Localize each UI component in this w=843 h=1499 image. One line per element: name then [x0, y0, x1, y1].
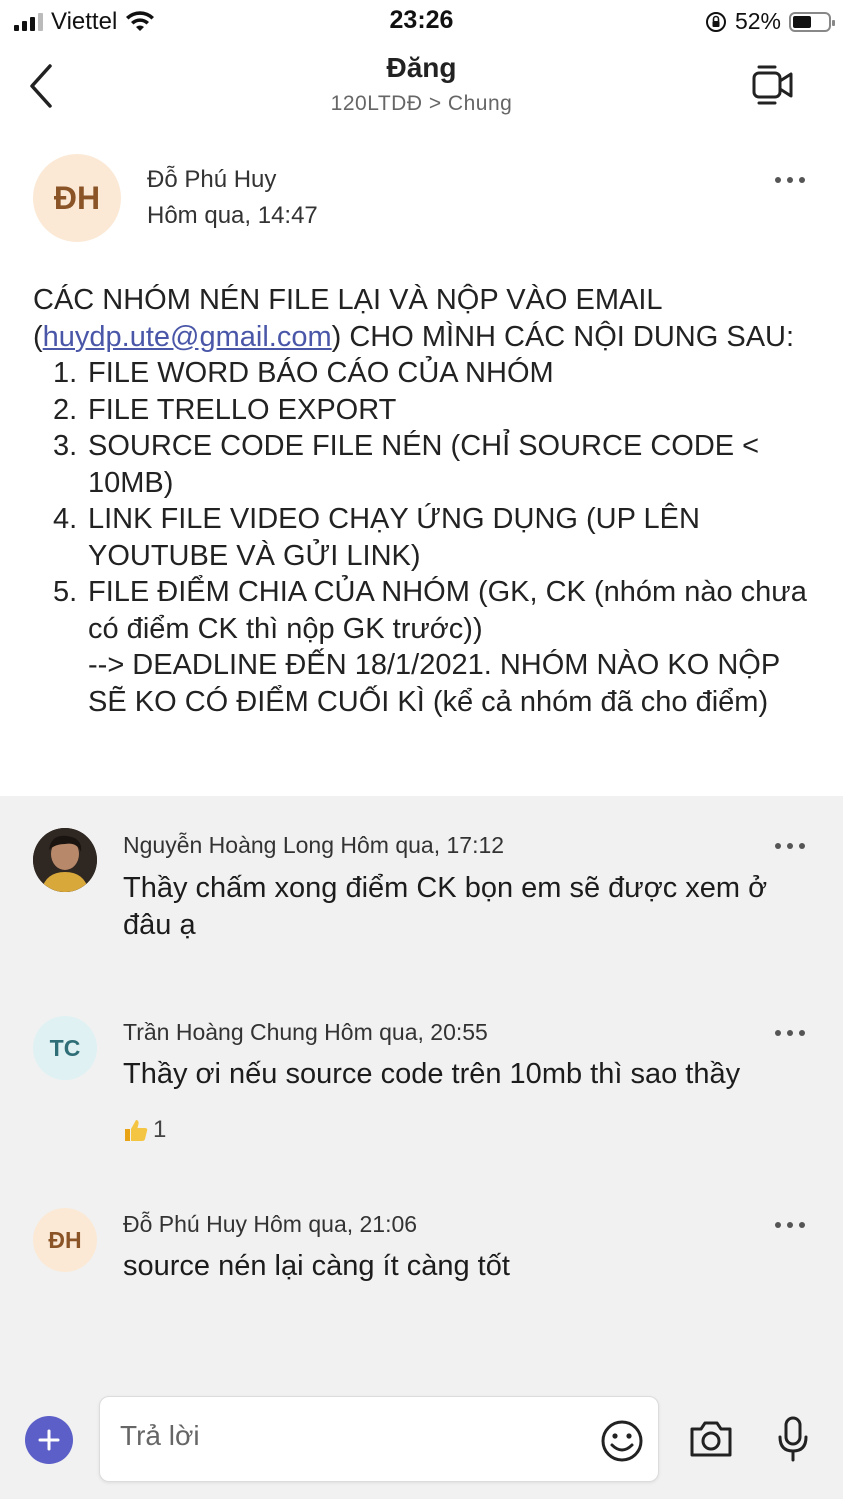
like-reaction[interactable]: 1 — [123, 1116, 166, 1144]
microphone-icon[interactable] — [776, 1415, 810, 1463]
more-options-icon[interactable] — [775, 1029, 805, 1037]
reply-text: Thầy ơi nếu source code trên 10mb thì sa… — [123, 1058, 741, 1090]
breadcrumb[interactable]: 120LTDĐ > Chung — [0, 92, 843, 116]
camera-icon[interactable] — [688, 1419, 734, 1459]
deadline-note: --> DEADLINE ĐẾN 18/1/2021. NHÓM NÀO KO … — [88, 649, 780, 718]
post-timestamp: Hôm qua, 14:47 — [147, 202, 318, 229]
reply-timestamp: Hôm qua, 21:06 — [253, 1211, 418, 1237]
channel-header: Đăng 120LTDĐ > Chung — [0, 44, 843, 134]
more-options-icon[interactable] — [775, 1221, 805, 1229]
orientation-lock-icon — [705, 11, 726, 32]
page-title: Đăng — [386, 52, 457, 83]
battery-fill — [793, 15, 811, 28]
reply-timestamp: Hôm qua, 20:55 — [324, 1019, 488, 1045]
reply-box[interactable] — [99, 1396, 659, 1482]
reply-author: Đỗ Phú Huy — [123, 1211, 248, 1237]
more-options-icon[interactable] — [775, 176, 805, 184]
reply-text: Thầy chấm xong điểm CK bọn em sẽ được xe… — [123, 872, 768, 941]
reply-text: source nén lại càng ít càng tốt — [123, 1250, 510, 1282]
reply-meta: Nguyễn Hoàng Long Hôm qua, 17:12 — [123, 832, 504, 859]
requirements-list: 1. FILE WORD BÁO CÁO CỦA NHÓM 2. FILE TREL… — [33, 355, 813, 720]
reply-input[interactable] — [118, 1419, 562, 1453]
status-right: 52% — [705, 8, 835, 35]
email-link[interactable]: huydp.ute@gmail.com — [43, 321, 332, 353]
list-item: 1. FILE WORD BÁO CÁO CỦA NHÓM — [53, 357, 554, 389]
reply-timestamp: Hôm qua, 17:12 — [340, 832, 505, 858]
post-body: CÁC NHÓM NÉN FILE LẠI VÀ NỘP VÀO EMAIL (… — [33, 282, 813, 720]
original-post: ĐH Đỗ Phú Huy Hôm qua, 14:47 CÁC NHÓM NÉ… — [0, 150, 843, 796]
post-author: Đỗ Phú Huy — [147, 166, 277, 193]
reply-author: Nguyễn Hoàng Long — [123, 832, 334, 858]
video-call-icon[interactable] — [751, 64, 795, 106]
reply-thread: Nguyễn Hoàng Long Hôm qua, 17:12 Thầy ch… — [0, 796, 843, 1499]
plus-icon — [38, 1429, 60, 1451]
user-photo-icon — [33, 828, 97, 892]
avatar[interactable]: TC — [33, 1016, 97, 1080]
reply-meta: Đỗ Phú Huy Hôm qua, 21:06 — [123, 1211, 417, 1238]
avatar[interactable] — [33, 828, 97, 892]
more-options-icon[interactable] — [775, 842, 805, 850]
reply-meta: Trần Hoàng Chung Hôm qua, 20:55 — [123, 1019, 488, 1046]
reaction-count: 1 — [153, 1116, 167, 1143]
battery-icon — [789, 11, 835, 32]
list-item: 3. SOURCE CODE FILE NÉN (CHỈ SOURCE CODE … — [53, 430, 760, 499]
status-bar: Viettel 23:26 52% — [0, 0, 843, 44]
emoji-icon[interactable] — [600, 1419, 644, 1463]
list-item: 5. FILE ĐIỂM CHIA CỦA NHÓM (GK, CK (nhóm … — [53, 574, 813, 720]
list-item: 2. FILE TRELLO EXPORT — [53, 393, 397, 426]
battery-percent: 52% — [734, 8, 781, 34]
avatar[interactable]: ĐH — [33, 1208, 97, 1272]
compose-bar — [0, 1395, 843, 1499]
post-intro-end: ) CHO MÌNH CÁC NỘI DUNG SAU: — [331, 320, 795, 353]
add-attachment-button[interactable] — [25, 1416, 73, 1464]
thumbs-up-icon — [125, 1120, 148, 1141]
list-item: 4. LINK FILE VIDEO CHẠY ỨNG DỤNG (UP LÊN … — [53, 503, 700, 572]
avatar[interactable]: ĐH — [33, 154, 121, 242]
reply-author: Trần Hoàng Chung — [123, 1019, 318, 1045]
